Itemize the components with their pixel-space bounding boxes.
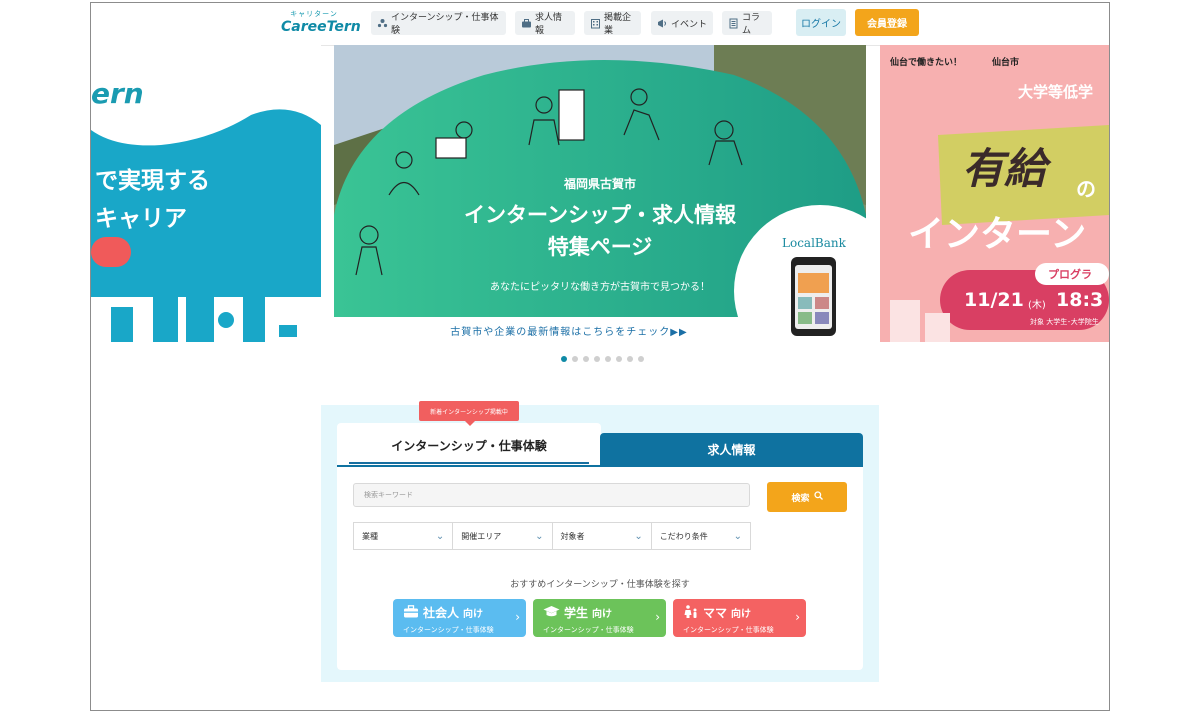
logo-kana: キャリターン bbox=[290, 10, 338, 18]
document-icon bbox=[728, 18, 739, 29]
nav-internship-label: インターンシップ・仕事体験 bbox=[391, 13, 499, 36]
slide-next-big1: 有給 bbox=[962, 144, 1047, 193]
megaphone-icon bbox=[657, 18, 668, 29]
recommend-students-title: 学生 bbox=[564, 606, 589, 620]
logo-text: CareeTern bbox=[281, 19, 361, 35]
search-button-label: 検索 bbox=[791, 493, 810, 504]
slide-next-big2: インターン bbox=[908, 214, 1087, 255]
chevron-down-icon: ⌄ bbox=[435, 530, 445, 542]
chevron-right-icon: › bbox=[515, 610, 520, 624]
recommend-students-sub: インターンシップ・仕事体験 bbox=[543, 626, 634, 634]
site-header: キャリターン CareeTern インターンシップ・仕事体験 求人情報 掲載企業 bbox=[91, 3, 1109, 46]
slide-prev-line2: キャリア bbox=[95, 206, 187, 232]
nav-jobs[interactable]: 求人情報 bbox=[515, 11, 575, 36]
slide-next-time: 18:3 bbox=[1056, 289, 1104, 311]
nav-column[interactable]: コラム bbox=[722, 11, 772, 36]
carousel-dot[interactable] bbox=[638, 356, 644, 362]
carousel-slide-active[interactable]: 福岡県古賀市 インターンシップ・求人情報 特集ページ あなたにピッタリな働き方が… bbox=[334, 45, 866, 345]
nav-companies[interactable]: 掲載企業 bbox=[584, 11, 641, 36]
filter-row: 業種 ⌄ 開催エリア ⌄ 対象者 ⌄ こだわり条件 ⌄ bbox=[353, 522, 751, 550]
parent-child-icon bbox=[683, 604, 699, 621]
recommend-moms-suffix: 向け bbox=[731, 609, 752, 620]
carousel-dots bbox=[561, 356, 644, 362]
nav-jobs-label: 求人情報 bbox=[535, 13, 563, 36]
browser-frame: キャリターン CareeTern インターンシップ・仕事体験 求人情報 掲載企業 bbox=[90, 2, 1110, 711]
tab-internship[interactable]: インターンシップ・仕事体験 bbox=[337, 423, 601, 468]
filter-target-label: 対象者 bbox=[560, 531, 585, 541]
chevron-right-icon: › bbox=[655, 610, 660, 624]
recommend-adults-title: 社会人 bbox=[423, 606, 460, 620]
slide-prev-line1: で実現する bbox=[95, 168, 210, 194]
carousel-dot[interactable] bbox=[594, 356, 600, 362]
site-logo[interactable]: キャリターン CareeTern bbox=[281, 9, 361, 39]
slide-next-weekday: (木) bbox=[1028, 300, 1046, 311]
chevron-down-icon: ⌄ bbox=[634, 530, 643, 542]
tab-active-underline bbox=[349, 462, 589, 464]
slide-next-target: 対象 大学生･大学院生 bbox=[1030, 318, 1099, 326]
recommend-students-button[interactable]: 学生 向け インターンシップ・仕事体験 › bbox=[533, 599, 666, 637]
login-button[interactable]: ログイン bbox=[796, 9, 846, 36]
search-panel: 検索キーワード 検索 業種 ⌄ 開催エリア ⌄ 対象者 ⌄ こだわり条件 ⌄ お… bbox=[337, 465, 863, 670]
filter-area[interactable]: 開催エリア ⌄ bbox=[453, 523, 553, 549]
briefcase-icon bbox=[403, 604, 419, 621]
tab-jobs[interactable]: 求人情報 bbox=[600, 433, 863, 466]
search-section: インターンシップ・仕事体験 新着インターンシップ掲載中 求人情報 検索キーワード… bbox=[321, 401, 879, 682]
slide-next-date: 11/21 bbox=[964, 289, 1024, 311]
graduation-cap-icon bbox=[543, 605, 560, 621]
slide-active-footer[interactable]: 古賀市や企業の最新情報はこちらをチェック▶▶ bbox=[334, 323, 804, 338]
recommend-adults-sub: インターンシップ・仕事体験 bbox=[403, 626, 494, 634]
nav-companies-label: 掲載企業 bbox=[604, 13, 632, 36]
nav-internship[interactable]: インターンシップ・仕事体験 bbox=[371, 11, 506, 36]
slide-active-title1: インターンシップ・求人情報 bbox=[464, 203, 736, 227]
filter-area-label: 開催エリア bbox=[461, 531, 502, 541]
slide-active-art bbox=[334, 45, 866, 345]
carousel-dot[interactable] bbox=[561, 356, 567, 362]
recommend-students-suffix: 向け bbox=[592, 609, 613, 620]
recommend-title: おすすめインターンシップ・仕事体験を探す bbox=[510, 580, 690, 590]
carousel-slide-prev[interactable]: ern で実現する キャリア bbox=[91, 45, 321, 342]
search-icon bbox=[813, 491, 823, 503]
chevron-right-icon: › bbox=[795, 610, 800, 624]
carousel-dot[interactable] bbox=[627, 356, 633, 362]
keyword-input[interactable]: 検索キーワード bbox=[353, 483, 750, 507]
carousel-dot[interactable] bbox=[605, 356, 611, 362]
recommend-moms-title: ママ bbox=[703, 606, 728, 620]
recommend-adults-button[interactable]: 社会人 向け インターンシップ・仕事体験 › bbox=[393, 599, 526, 637]
slide-next-program: プログラ bbox=[1048, 268, 1092, 281]
slide-active-tagline: あなたにピッタリな働き方が古賀市で見つかる！ bbox=[490, 282, 710, 293]
carousel-dot[interactable] bbox=[572, 356, 578, 362]
nav-events-label: イベント bbox=[671, 19, 708, 30]
new-listings-badge: 新着インターンシップ掲載中 bbox=[419, 401, 519, 426]
search-button[interactable]: 検索 bbox=[767, 482, 847, 512]
carousel-slide-next[interactable]: 仙台で働きたい！ 仙台市 大学等低学 有給 の インターン プログラ 11/21… bbox=[880, 45, 1109, 342]
recommend-adults-suffix: 向け bbox=[463, 609, 484, 620]
slide-prev-brand: ern bbox=[91, 77, 144, 110]
nav-events[interactable]: イベント bbox=[651, 11, 713, 35]
tab-internship-label: インターンシップ・仕事体験 bbox=[391, 439, 547, 453]
building-icon bbox=[590, 18, 601, 29]
slide-active-city: 福岡県古賀市 bbox=[563, 177, 636, 191]
recommend-moms-button[interactable]: ママ 向け インターンシップ・仕事体験 › bbox=[673, 599, 806, 637]
filter-preference[interactable]: こだわり条件 ⌄ bbox=[652, 523, 750, 549]
register-button[interactable]: 会員登録 bbox=[855, 9, 919, 36]
recommend-moms-sub: インターンシップ・仕事体験 bbox=[683, 626, 774, 634]
carousel-dot[interactable] bbox=[616, 356, 622, 362]
slide-next-subtitle: 大学等低学 bbox=[1018, 83, 1094, 101]
carousel-dot[interactable] bbox=[583, 356, 589, 362]
slide-next-header: 仙台で働きたい！ bbox=[890, 58, 963, 68]
chevron-down-icon: ⌄ bbox=[535, 530, 544, 542]
slide-next-city: 仙台市 bbox=[992, 58, 1020, 68]
people-icon bbox=[377, 18, 388, 29]
nav-column-label: コラム bbox=[742, 13, 761, 36]
briefcase-icon bbox=[521, 18, 532, 29]
filter-target[interactable]: 対象者 ⌄ bbox=[553, 523, 652, 549]
slide-next-no: の bbox=[1076, 177, 1096, 201]
chevron-down-icon: ⌄ bbox=[733, 530, 742, 542]
slide-active-brand: LocalBank bbox=[782, 236, 846, 250]
filter-industry[interactable]: 業種 ⌄ bbox=[354, 523, 454, 549]
filter-preference-label: こだわり条件 bbox=[659, 531, 708, 541]
filter-industry-label: 業種 bbox=[362, 531, 378, 541]
